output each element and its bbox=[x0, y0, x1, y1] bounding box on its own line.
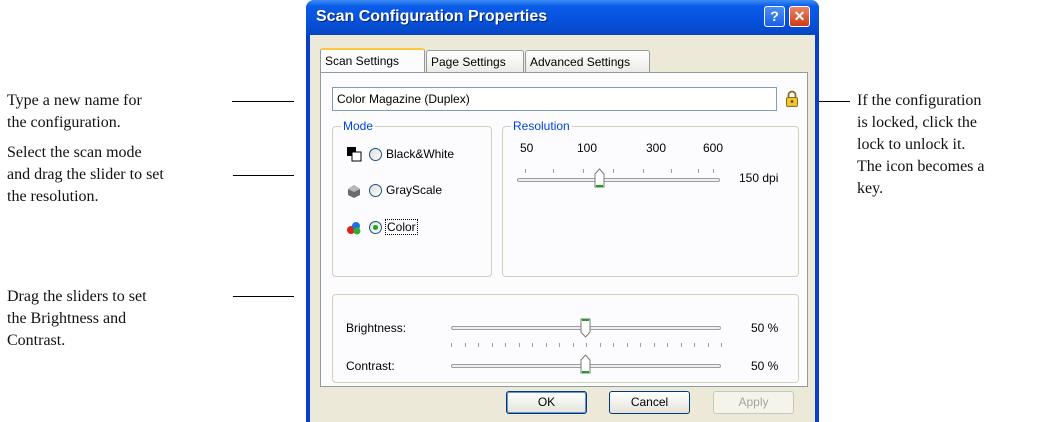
contrast-label: Contrast: bbox=[346, 359, 395, 373]
tab-page-settings[interactable]: Page Settings bbox=[426, 50, 524, 72]
scan-configuration-dialog: Scan Configuration Properties ? ✕ Scan S… bbox=[306, 0, 819, 422]
tab-label: Page Settings bbox=[431, 55, 506, 69]
scan-settings-panel: Color Magazine (Duplex) Mode Black&White bbox=[320, 72, 808, 387]
callout-text: the Brightness and bbox=[7, 310, 127, 327]
contrast-value: 50 % bbox=[751, 359, 779, 373]
mode-group: Mode Black&White GrayScale Color bbox=[332, 119, 492, 277]
callout-text: If the configuration bbox=[857, 92, 982, 109]
slider-tick bbox=[525, 169, 526, 173]
callout-mode-resolution: Select the scan mode and drag the slider… bbox=[7, 142, 164, 208]
slider-tick bbox=[451, 343, 452, 347]
color-radio[interactable] bbox=[369, 221, 382, 234]
bw-mode-icon bbox=[347, 147, 362, 162]
slider-tick bbox=[532, 343, 533, 347]
callout-text: Type a new name for bbox=[7, 92, 142, 109]
slider-tick bbox=[599, 343, 601, 347]
resolution-group-label: Resolution bbox=[511, 119, 572, 133]
callout-text: Drag the sliders to set bbox=[7, 288, 147, 305]
slider-tick bbox=[694, 343, 695, 347]
slider-tick bbox=[653, 343, 655, 347]
tab-label: Scan Settings bbox=[325, 54, 400, 68]
mode-group-label: Mode bbox=[341, 119, 376, 133]
slider-tick bbox=[553, 169, 554, 173]
brightness-contrast-group: Brightness: 50 % Contrast: 50 % bbox=[332, 294, 799, 383]
callout-text: The icon becomes a bbox=[857, 158, 985, 175]
ok-button[interactable]: OK bbox=[506, 391, 587, 414]
configuration-name-field[interactable]: Color Magazine (Duplex) bbox=[332, 87, 777, 111]
slider-tick bbox=[640, 343, 641, 347]
slider-tick bbox=[491, 343, 493, 347]
slider-tick bbox=[671, 169, 672, 173]
callout-config-name: Type a new name for the configuration. bbox=[7, 90, 142, 134]
grayscale-option-label[interactable]: GrayScale bbox=[386, 183, 442, 197]
grayscale-mode-icon bbox=[348, 185, 360, 198]
slider-tick bbox=[572, 343, 574, 347]
resolution-value: 150 dpi bbox=[739, 171, 779, 185]
tab-scan-settings[interactable]: Scan Settings bbox=[320, 48, 425, 72]
slider-tick bbox=[626, 343, 628, 347]
bw-radio[interactable] bbox=[369, 148, 382, 161]
slider-tick bbox=[643, 169, 644, 173]
callout-text: Contrast. bbox=[7, 332, 66, 349]
brightness-label: Brightness: bbox=[346, 321, 407, 335]
cancel-button[interactable]: Cancel bbox=[609, 391, 690, 414]
slider-tick bbox=[680, 343, 682, 347]
slider-tick bbox=[613, 169, 614, 173]
slider-tick bbox=[505, 343, 506, 347]
slider-tick bbox=[478, 343, 479, 347]
callout-text: the resolution. bbox=[7, 188, 99, 205]
slider-tick bbox=[464, 343, 466, 347]
slider-tick bbox=[721, 343, 722, 347]
resolution-tick-600: 600 bbox=[703, 141, 724, 155]
lock-icon[interactable] bbox=[785, 90, 799, 108]
dialog-client-area: Scan Settings Page Settings Advanced Set… bbox=[310, 35, 815, 422]
leader-line bbox=[232, 101, 294, 102]
resolution-tick-100: 100 bbox=[577, 141, 598, 155]
resolution-slider-track[interactable] bbox=[517, 178, 720, 182]
radio-selected-dot bbox=[373, 225, 378, 230]
slider-tick bbox=[583, 169, 584, 173]
bw-option-label[interactable]: Black&White bbox=[386, 147, 454, 161]
slider-tick bbox=[713, 169, 714, 173]
callout-lock: If the configuration is locked, click th… bbox=[857, 90, 985, 200]
tab-label: Advanced Settings bbox=[530, 55, 631, 69]
slider-tick bbox=[518, 343, 520, 347]
color-option-label[interactable]: Color bbox=[385, 219, 418, 235]
apply-button[interactable]: Apply bbox=[713, 391, 794, 414]
resolution-tick-300: 300 bbox=[646, 141, 667, 155]
callout-brightness-contrast: Drag the sliders to set the Brightness a… bbox=[7, 286, 147, 352]
brightness-value: 50 % bbox=[751, 321, 779, 335]
leader-line bbox=[233, 296, 294, 297]
contrast-slider-thumb[interactable] bbox=[580, 354, 591, 374]
slider-tick bbox=[707, 343, 709, 347]
callout-text: Select the scan mode bbox=[7, 144, 142, 161]
callout-text: key. bbox=[857, 180, 884, 197]
callout-text: the configuration. bbox=[7, 114, 121, 131]
tab-advanced-settings[interactable]: Advanced Settings bbox=[525, 50, 650, 72]
slider-tick bbox=[545, 343, 547, 347]
brightness-slider-thumb[interactable] bbox=[580, 318, 591, 338]
help-button[interactable]: ? bbox=[764, 6, 785, 27]
grayscale-radio[interactable] bbox=[369, 184, 382, 197]
callout-text: is locked, click the bbox=[857, 114, 977, 131]
dialog-title: Scan Configuration Properties bbox=[316, 8, 548, 25]
resolution-slider-thumb[interactable] bbox=[594, 168, 605, 188]
resolution-group: Resolution 50 100 300 600 150 dpi bbox=[502, 119, 799, 277]
callout-text: and drag the slider to set bbox=[7, 166, 164, 183]
leader-line bbox=[233, 175, 294, 176]
callout-text: lock to unlock it. bbox=[857, 136, 966, 153]
slider-tick bbox=[613, 343, 614, 347]
close-button[interactable]: ✕ bbox=[789, 6, 810, 27]
slider-tick bbox=[586, 343, 587, 347]
slider-tick bbox=[667, 343, 668, 347]
color-mode-icon bbox=[347, 222, 361, 235]
slider-tick bbox=[698, 169, 699, 173]
resolution-tick-50: 50 bbox=[520, 141, 534, 155]
slider-tick bbox=[559, 343, 560, 347]
title-bar[interactable]: Scan Configuration Properties ? ✕ bbox=[306, 0, 819, 35]
